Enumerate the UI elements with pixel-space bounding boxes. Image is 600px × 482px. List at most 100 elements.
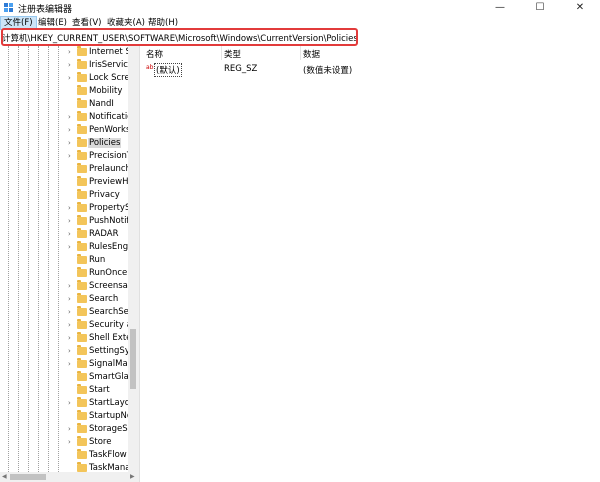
column-header-name[interactable]: 名称 [146,48,163,60]
tree-item[interactable]: › SearchSett [0,306,128,319]
tree-item-label: PushNotifi [89,216,128,226]
tree-item-label: Screensav [89,281,128,291]
tree-item[interactable]: Start [0,384,128,397]
tree-item[interactable]: › Internet Se [0,46,128,59]
value-name[interactable]: (默认) [154,63,182,77]
tree-item[interactable]: Prelaunch [0,163,128,176]
tree-item[interactable]: › PropertySy [0,202,128,215]
chevron-right-icon[interactable]: › [68,399,71,407]
chevron-right-icon[interactable]: › [68,308,71,316]
tree-vertical-scroll-thumb[interactable] [130,329,136,389]
tree-item[interactable]: › Shell Exter [0,332,128,345]
folder-icon [77,98,87,108]
chevron-right-icon[interactable]: › [68,425,71,433]
tree-item[interactable]: › PushNotifi [0,215,128,228]
chevron-right-icon[interactable]: › [68,438,71,446]
tree-item[interactable]: StartupNo [0,410,128,423]
tree-item[interactable]: › SignalMan [0,358,128,371]
tree-item-label: StorageSe [89,424,128,434]
maximize-button[interactable]: ☐ [520,0,560,16]
chevron-right-icon[interactable]: › [68,61,71,69]
tree-item[interactable]: › Policies [0,137,128,150]
chevron-right-icon[interactable]: › [68,217,71,225]
tree-item-label: Notification [89,112,128,122]
tree-horizontal-scroll-thumb[interactable] [10,474,46,480]
column-header-type[interactable]: 类型 [224,48,241,60]
folder-icon [77,397,87,407]
close-button[interactable]: ✕ [560,0,600,16]
tree-item-label: NandI [89,99,114,109]
tree-item[interactable]: › IrisService [0,59,128,72]
chevron-right-icon[interactable]: › [68,48,71,56]
chevron-right-icon[interactable]: › [68,230,71,238]
tree-item-label: SignalMan [89,359,128,369]
tree-item[interactable]: › Security ar [0,319,128,332]
tree-item[interactable]: › Lock Scree [0,72,128,85]
folder-icon [77,332,87,342]
column-separator[interactable] [221,46,222,60]
tree-item[interactable]: TaskFlow [0,449,128,462]
tree-item[interactable]: Privacy [0,189,128,202]
chevron-right-icon[interactable]: › [68,139,71,147]
minimize-button[interactable]: — [480,0,520,16]
tree-vertical-scrollbar[interactable] [128,46,139,472]
chevron-right-icon[interactable]: › [68,74,71,82]
chevron-right-icon[interactable]: › [68,126,71,134]
tree-item[interactable]: › StartLayou [0,397,128,410]
tree-item[interactable]: › PrecisionT [0,150,128,163]
chevron-right-icon[interactable]: › [68,282,71,290]
chevron-right-icon[interactable]: › [68,360,71,368]
value-row[interactable]: ab (默认) REG_SZ (数值未设置) [143,62,600,77]
tree-item[interactable]: › Screensav [0,280,128,293]
chevron-right-icon[interactable]: › [68,204,71,212]
tree-item[interactable]: › RulesEngin [0,241,128,254]
chevron-right-icon[interactable]: › [68,152,71,160]
folder-icon [77,163,87,173]
folder-icon [77,215,87,225]
folder-icon [77,150,87,160]
folder-icon [77,436,87,446]
folder-icon [77,137,87,147]
tree-item[interactable]: › RADAR [0,228,128,241]
tree-item[interactable]: › PenWorks [0,124,128,137]
registry-tree: › Internet Se › IrisService › Lock Scree Mobil… [0,46,128,472]
tree-item[interactable]: NandI [0,98,128,111]
tree-item-label: PrecisionT [89,151,128,161]
tree-item-label: SmartGlas [89,372,128,382]
tree-item[interactable]: › Notification [0,111,128,124]
tree-item[interactable]: › Store [0,436,128,449]
window-title: 注册表编辑器 [18,5,73,15]
chevron-right-icon[interactable]: › [68,334,71,342]
tree-item[interactable]: Mobility [0,85,128,98]
chevron-right-icon[interactable]: › [68,347,71,355]
tree-item[interactable]: › SettingSyn [0,345,128,358]
folder-icon [77,189,87,199]
tree-horizontal-scrollbar[interactable]: ◀ ▶ [0,472,139,482]
column-header-data[interactable]: 数据 [303,48,320,60]
chevron-right-icon[interactable]: › [68,113,71,121]
tree-item[interactable]: SmartGlas [0,371,128,384]
chevron-right-icon[interactable]: › [68,321,71,329]
folder-icon [77,345,87,355]
folder-icon [77,72,87,82]
tree-item-label: Policies [88,138,122,148]
tree-item[interactable]: Run [0,254,128,267]
scroll-right-icon[interactable]: ▶ [130,473,135,480]
tree-item[interactable]: › Search [0,293,128,306]
tree-item-label: Search [89,294,119,304]
tree-item-label: Mobility [89,86,123,96]
tree-item[interactable]: PreviewHa [0,176,128,189]
scroll-left-icon[interactable]: ◀ [2,473,7,480]
tree-item[interactable]: TaskMana [0,462,128,472]
registry-editor-icon [4,3,13,12]
tree-item-label: Start [89,385,110,395]
tree-item[interactable]: › StorageSe [0,423,128,436]
column-separator[interactable] [300,46,301,60]
tree-item-label: Security ar [89,320,128,330]
tree-item-label: RulesEngin [89,242,128,252]
folder-icon [77,228,87,238]
value-data: (数值未设置) [303,66,353,76]
chevron-right-icon[interactable]: › [68,243,71,251]
tree-item[interactable]: RunOnce [0,267,128,280]
chevron-right-icon[interactable]: › [68,295,71,303]
